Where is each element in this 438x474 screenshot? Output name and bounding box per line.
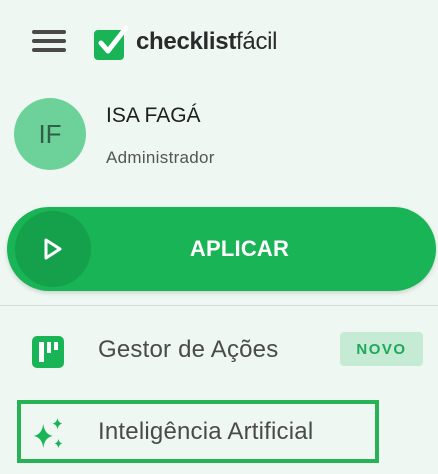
apply-button-label: APLICAR bbox=[189, 236, 290, 261]
menu-item-artificial-intelligence[interactable]: Inteligência Artificial bbox=[0, 400, 438, 464]
menu-item-label: Gestor de Ações bbox=[98, 336, 279, 363]
divider bbox=[0, 305, 438, 306]
menu-item-label: Inteligência Artificial bbox=[98, 418, 314, 445]
menu-item-action-manager[interactable]: Gestor de Ações NOVO bbox=[0, 318, 438, 382]
apply-button[interactable]: APLICAR bbox=[7, 207, 436, 291]
avatar[interactable]: IF bbox=[14, 98, 86, 170]
hamburger-menu-icon[interactable] bbox=[32, 30, 66, 52]
app-logo[interactable]: checklistfácil bbox=[94, 22, 278, 62]
user-role: Administrador bbox=[106, 148, 215, 167]
checklist-logo-icon bbox=[94, 25, 128, 60]
sparkles-icon bbox=[30, 416, 66, 452]
sidebar-menu: checklistfácil IF ISA FAGÁ Administrador… bbox=[0, 0, 438, 474]
new-badge: NOVO bbox=[340, 332, 423, 366]
kanban-board-icon bbox=[30, 334, 66, 370]
user-name: ISA FAGÁ bbox=[106, 104, 201, 127]
logo-wordmark: checklistfácil bbox=[136, 28, 278, 55]
